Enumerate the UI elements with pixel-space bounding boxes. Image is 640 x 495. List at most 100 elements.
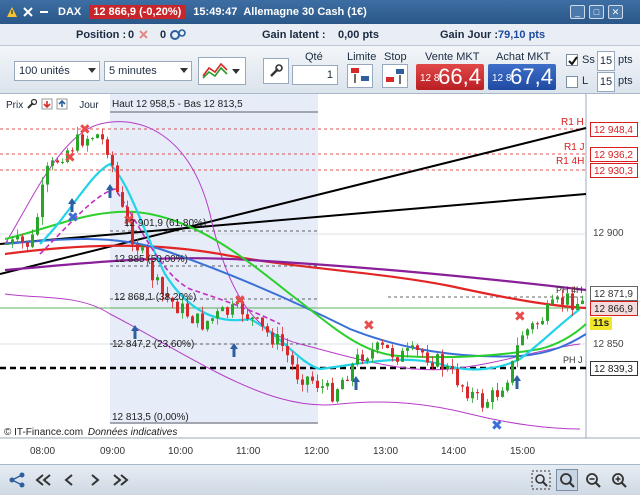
x-tick: 11:00 bbox=[236, 446, 261, 457]
x-tick: 08:00 bbox=[30, 446, 56, 457]
candle-body bbox=[531, 323, 534, 330]
window-minimize-button[interactable]: _ bbox=[570, 5, 585, 19]
pivot-label-r1j: R1 J bbox=[564, 142, 585, 153]
sell-price-big: 66,4 bbox=[438, 64, 481, 89]
candle-body bbox=[476, 392, 479, 394]
ss-checkbox[interactable] bbox=[566, 54, 578, 66]
candle-body bbox=[86, 138, 89, 146]
fib-level-label: 12 901,9 (61,80%) bbox=[124, 218, 207, 229]
x-tick: 15:00 bbox=[510, 446, 536, 457]
fib-level-label: 12 847,2 (23,60%) bbox=[112, 339, 195, 350]
orders-settings-icon[interactable] bbox=[170, 28, 186, 45]
price-change-badge: 12 866,9 (-0,20%) bbox=[89, 5, 186, 19]
chart-legend: Prix Jour bbox=[6, 98, 99, 113]
candle-body bbox=[506, 382, 509, 391]
scroll-start-button[interactable] bbox=[32, 469, 54, 491]
svg-text:✖: ✖ bbox=[234, 292, 246, 308]
candle-body bbox=[361, 354, 364, 362]
candle-body bbox=[221, 307, 224, 312]
countdown-badge: 11s bbox=[590, 317, 613, 330]
candle-body bbox=[116, 165, 119, 193]
check-icon bbox=[568, 56, 578, 66]
scroll-end-button[interactable] bbox=[110, 469, 132, 491]
price-tag: 12 871,9 bbox=[590, 286, 638, 301]
candle-body bbox=[11, 239, 14, 244]
l-points-input[interactable]: 15 bbox=[597, 72, 615, 92]
x-tick: 09:00 bbox=[100, 446, 126, 457]
limit-order-button[interactable] bbox=[347, 64, 373, 88]
zoom-in-icon bbox=[612, 473, 627, 488]
candle-body bbox=[181, 303, 184, 314]
candle-body bbox=[351, 364, 354, 381]
interval-select[interactable]: 5 minutes bbox=[104, 61, 192, 81]
candle-body bbox=[471, 392, 474, 399]
candle-body bbox=[226, 307, 229, 315]
candle-body bbox=[46, 165, 49, 185]
draw-tool-button[interactable] bbox=[263, 58, 289, 84]
position-label: Position : bbox=[76, 29, 127, 41]
qty-input[interactable]: 1 bbox=[292, 65, 338, 85]
share-icon bbox=[9, 472, 25, 488]
x-tick: 14:00 bbox=[441, 446, 467, 457]
candle-body bbox=[501, 390, 504, 397]
x-tick: 12:00 bbox=[304, 446, 330, 457]
share-button[interactable] bbox=[6, 469, 28, 491]
units-select[interactable]: 100 unités bbox=[14, 61, 100, 81]
scroll-back-button[interactable] bbox=[58, 469, 80, 491]
candle-body bbox=[41, 184, 44, 218]
chart-buy-icon[interactable] bbox=[56, 98, 68, 113]
candle-body bbox=[516, 345, 519, 361]
chart-sell-icon[interactable] bbox=[41, 98, 53, 113]
chevron-left-icon bbox=[64, 474, 73, 486]
indicators-button[interactable] bbox=[198, 57, 246, 85]
candle-body bbox=[56, 160, 59, 163]
stop-order-button[interactable] bbox=[382, 64, 408, 88]
zoom-out-button[interactable] bbox=[582, 469, 604, 491]
close-icon[interactable] bbox=[22, 6, 34, 18]
candle-body bbox=[486, 401, 489, 408]
latent-gain-value: 0,00 pts bbox=[338, 29, 379, 41]
zoom-fit-button[interactable] bbox=[530, 469, 552, 491]
position-value: 0 bbox=[128, 29, 135, 41]
wrench-icon[interactable] bbox=[26, 98, 38, 113]
candle-body bbox=[31, 234, 34, 247]
window-close-button[interactable]: ✕ bbox=[608, 5, 623, 19]
price-tag: 12 948,4 bbox=[590, 122, 638, 137]
candle-body bbox=[571, 293, 574, 310]
sell-market-label: Vente MKT bbox=[425, 51, 480, 63]
ss-points-input[interactable]: 15 bbox=[597, 51, 615, 71]
candle-body bbox=[331, 382, 334, 402]
trading-toolbar: 100 unités 5 minutes Qté 1 Limite Stop V… bbox=[0, 46, 640, 94]
scroll-forward-button[interactable] bbox=[84, 469, 106, 491]
candle-body bbox=[381, 342, 384, 345]
candle-body bbox=[246, 314, 249, 319]
candle-body bbox=[541, 320, 544, 325]
candle-body bbox=[121, 192, 124, 207]
price-axis-tick: 12 850 bbox=[593, 339, 624, 350]
fib-level-label: 12 813,5 (0,00%) bbox=[112, 412, 189, 423]
chart-canvas[interactable]: ✖ ✖ ✖ ✖ ✖ ✖ ✖ ✖ bbox=[0, 94, 640, 464]
price-chart[interactable]: ✖ ✖ ✖ ✖ ✖ ✖ ✖ ✖ Prix Jour Haut 12 958,5 … bbox=[0, 94, 640, 464]
candle-body bbox=[421, 350, 424, 353]
x-tick: 13:00 bbox=[373, 446, 399, 457]
limit-label: Limite bbox=[347, 51, 377, 63]
double-chevron-right-icon bbox=[113, 474, 129, 486]
close-position-icon[interactable] bbox=[138, 29, 149, 43]
window-maximize-button[interactable]: □ bbox=[589, 5, 604, 19]
candle-body bbox=[366, 358, 369, 362]
candle-body bbox=[456, 368, 459, 386]
sell-market-button[interactable]: 12 8 66,4 bbox=[416, 64, 484, 90]
legend-jour: Jour bbox=[79, 100, 99, 111]
wrench-icon bbox=[270, 64, 283, 77]
buy-market-button[interactable]: 12 8 67,4 bbox=[488, 64, 556, 90]
zoom-in-button[interactable] bbox=[608, 469, 630, 491]
candle-body bbox=[6, 243, 9, 245]
buy-price-big: 67,4 bbox=[510, 64, 553, 89]
candle-body bbox=[411, 345, 414, 349]
chevron-right-icon bbox=[91, 474, 100, 486]
candle-body bbox=[536, 323, 539, 325]
zoom-select-button[interactable] bbox=[556, 469, 578, 491]
minimize-icon[interactable] bbox=[38, 6, 50, 18]
candle-body bbox=[96, 134, 99, 139]
l-checkbox[interactable] bbox=[566, 76, 578, 88]
